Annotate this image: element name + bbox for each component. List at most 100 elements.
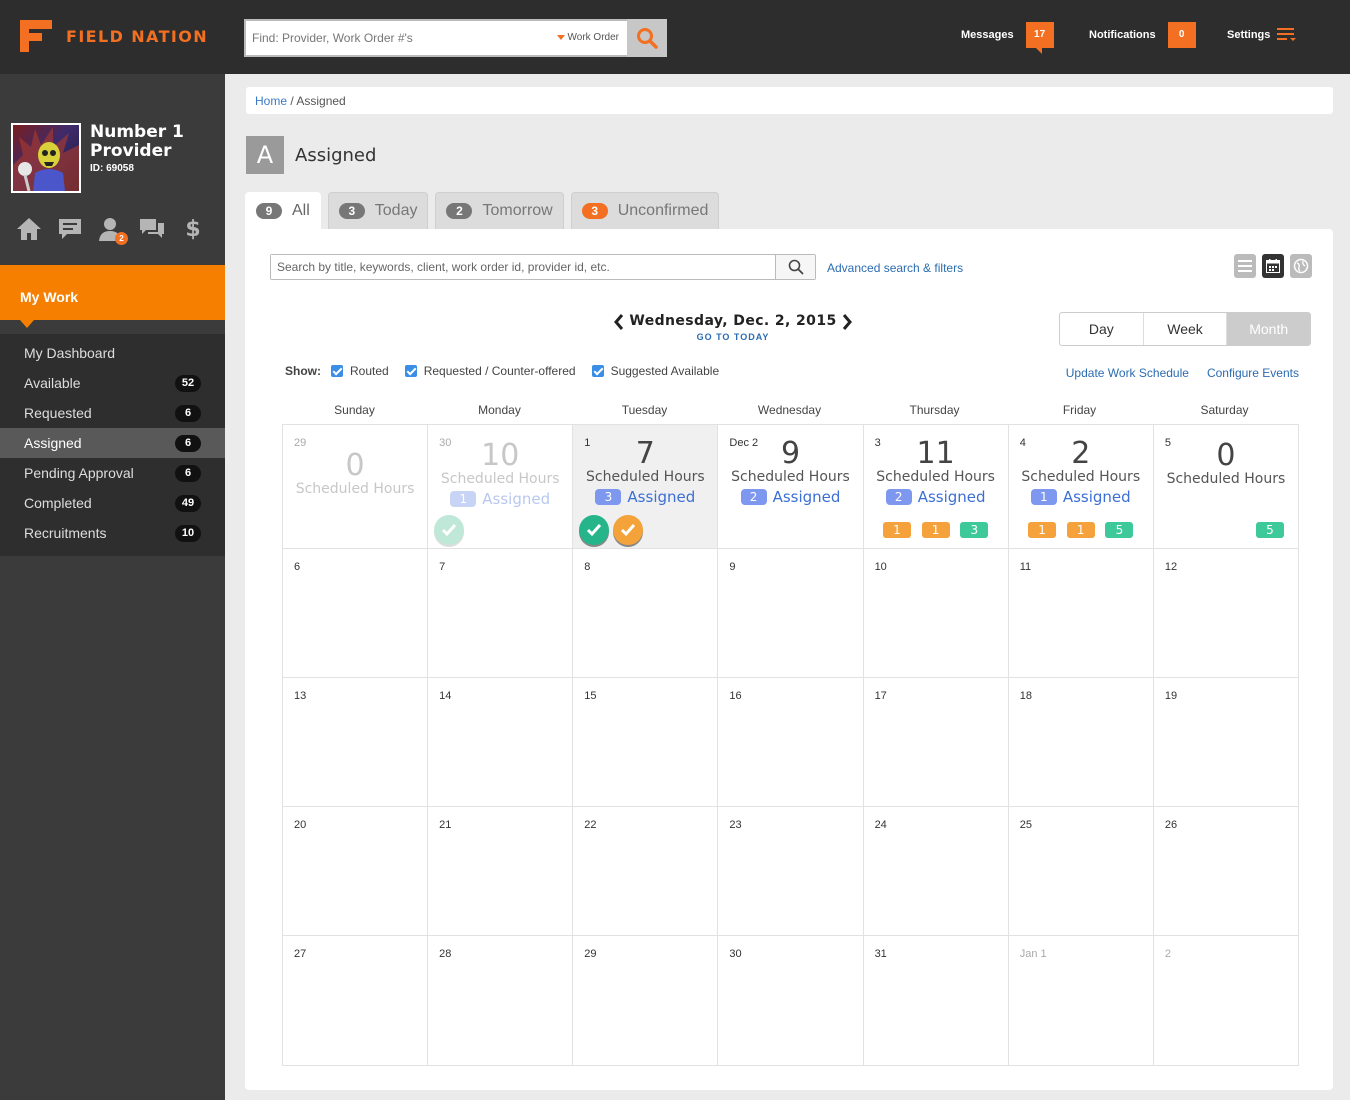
calendar-day-cell[interactable]: 16 [718,678,864,807]
calendar-day-cell[interactable]: 27 [283,936,429,1066]
sidebar-item-count-badge: 6 [175,404,201,422]
calendar-day-cell[interactable]: 6 [283,549,429,678]
suggested-pill[interactable]: 5 [1255,522,1284,538]
dollar-icon[interactable]: $ [180,216,206,242]
calendar-day-cell[interactable]: 2 [1153,936,1299,1066]
calendar-day-cell[interactable]: 21 [428,807,574,936]
calendar-day-cell[interactable]: 30 10 Scheduled Hours 1 Assigned [428,425,574,549]
global-search-button[interactable] [627,19,667,57]
assigned-count-badge: 2 [740,489,767,505]
requested-pill[interactable]: 1 [921,522,950,538]
update-work-schedule-link[interactable]: Update Work Schedule [1066,366,1189,380]
assigned-count[interactable]: 2 Assigned [718,488,862,506]
calendar-day-cell[interactable]: 24 [863,807,1009,936]
message-icon[interactable] [57,216,83,242]
scheduled-hours-label: Scheduled Hours [586,469,705,485]
calendar-day-cell[interactable]: 26 [1153,807,1299,936]
notifications-link[interactable]: Notifications 0 [1089,22,1196,48]
sidebar-item-assigned[interactable]: Assigned 6 [0,428,225,458]
calendar-day-cell[interactable]: 29 0 Scheduled Hours [283,425,429,549]
settings-link[interactable]: Settings [1227,28,1297,42]
calendar-day-cell[interactable]: 3 11 Scheduled Hours 2 Assigned 1 1 3 [863,425,1009,549]
tab-tomorrow[interactable]: 2 Tomorrow [435,192,564,229]
configure-events-link[interactable]: Configure Events [1207,366,1299,380]
calendar-day-cell[interactable]: 25 [1008,807,1154,936]
assigned-label: Assigned [627,488,696,506]
calendar-day-cell[interactable]: 23 [718,807,864,936]
calendar-day-cell[interactable]: 31 [863,936,1009,1066]
calendar-day-cell[interactable]: 11 [1008,549,1154,678]
requested-pill[interactable]: 1 [882,522,911,538]
calendar-day-cell[interactable]: 15 [573,678,719,807]
calendar-day-cell[interactable]: 8 [573,549,719,678]
assigned-count[interactable]: 3 Assigned [573,488,717,506]
home-icon[interactable] [16,216,42,242]
requested-pill[interactable]: 1 [1028,522,1057,538]
confirm-check-button[interactable] [579,515,610,545]
breadcrumb-home-link[interactable]: Home [255,94,287,108]
month-view-button[interactable]: Month [1227,313,1310,345]
global-search-input[interactable] [246,23,546,53]
calendar-day-cell[interactable]: 18 [1008,678,1154,807]
calendar-day-cell[interactable]: 22 [573,807,719,936]
assigned-count[interactable]: 2 Assigned [864,488,1008,506]
requested-pill[interactable]: 1 [1066,522,1095,538]
calendar-day-cell[interactable]: 17 [863,678,1009,807]
suggested-pill[interactable]: 5 [1105,522,1134,538]
work-order-search-input[interactable] [271,255,771,279]
calendar-day-cell[interactable]: 13 [283,678,429,807]
assigned-count[interactable]: 1 Assigned [428,490,572,508]
sidebar-item-recruitments[interactable]: Recruitments 10 [0,518,225,548]
calendar-day-cell[interactable]: 14 [428,678,574,807]
calendar-day-cell[interactable]: 7 [428,549,574,678]
calendar-day-cell[interactable]: 20 [283,807,429,936]
people-icon[interactable]: 2 [98,216,128,245]
assigned-count[interactable]: 1 Assigned [1009,488,1153,506]
confirm-check-button[interactable] [613,515,644,545]
calendar-day-cell[interactable]: 28 [428,936,574,1066]
suggested-checkbox[interactable]: Suggested Available [591,364,719,378]
sidebar-item-completed[interactable]: Completed 49 [0,488,225,518]
calendar-day-cell[interactable]: 12 [1153,549,1299,678]
map-view-button[interactable] [1290,254,1312,278]
my-work-section[interactable]: My Work [0,265,225,328]
calendar-day-cell[interactable]: Dec 2 9 Scheduled Hours 2 Assigned [718,425,864,549]
confirm-check-button[interactable] [434,515,465,545]
brand-logo[interactable]: FIELD NATION [20,20,208,52]
go-to-today-link[interactable]: GO TO TODAY [615,332,851,342]
tab-unconfirmed[interactable]: 3 Unconfirmed [570,192,720,229]
advanced-search-link[interactable]: Advanced search & filters [827,261,963,275]
chat-icon[interactable] [139,216,165,242]
sidebar-item-my-dashboard[interactable]: My Dashboard [0,338,225,368]
requested-checkbox[interactable]: Requested / Counter-offered [404,364,576,378]
tab-today[interactable]: 3 Today [327,192,429,229]
next-month-button[interactable] [841,314,853,335]
calendar-view-button[interactable] [1262,254,1284,278]
messages-link[interactable]: Messages 17 [961,22,1054,54]
calendar-day-cell[interactable]: 4 2 Scheduled Hours 1 Assigned 1 1 5 [1008,425,1154,549]
calendar-day-cell[interactable]: 10 [863,549,1009,678]
work-order-search-button[interactable] [775,255,815,279]
list-view-button[interactable] [1234,254,1256,278]
calendar-day-cell[interactable]: Jan 1 [1008,936,1154,1066]
sidebar-item-available[interactable]: Available 52 [0,368,225,398]
tab-all[interactable]: 9 All [245,192,321,229]
calendar-day-cell[interactable]: 9 [718,549,864,678]
sidebar-item-pending-approval[interactable]: Pending Approval 6 [0,458,225,488]
sidebar-item-requested[interactable]: Requested 6 [0,398,225,428]
week-view-button[interactable]: Week [1144,313,1228,345]
event-pills: 115 [1009,522,1153,538]
avatar[interactable] [11,123,81,193]
calendar-day-cell[interactable]: 1 7 Scheduled Hours 3 Assigned [573,425,719,549]
calendar-day-cell[interactable]: 30 [718,936,864,1066]
day-view-button[interactable]: Day [1060,313,1144,345]
checkbox-checked-icon [331,365,343,377]
calendar-day-cell[interactable]: 5 0 Scheduled Hours 5 [1153,425,1299,549]
suggested-pill[interactable]: 3 [960,522,989,538]
calendar-day-cell[interactable]: 19 [1153,678,1299,807]
routed-checkbox[interactable]: Routed [331,364,389,378]
sidebar: Number 1 Provider ID: 69058 2 $ My Work … [0,74,225,1100]
calendar-day-cell[interactable]: 29 [573,936,719,1066]
search-scope-select[interactable]: Work Order [556,32,619,43]
settings-label: Settings [1227,29,1271,41]
